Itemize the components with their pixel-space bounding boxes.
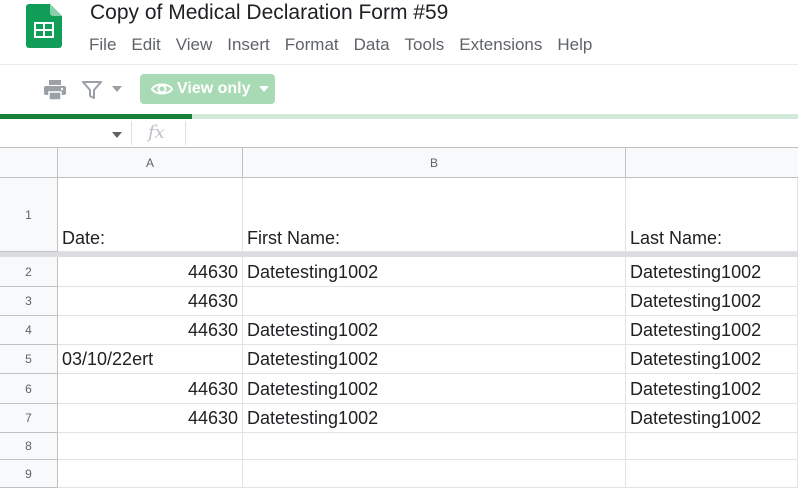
formula-bar-divider [185,121,186,145]
cell-a8[interactable] [58,433,243,460]
cell-a6[interactable]: 44630 [58,374,243,404]
menu-format[interactable]: Format [285,35,339,55]
column-header-c[interactable] [626,148,798,178]
filter-icon[interactable] [82,80,102,100]
cell-a2[interactable]: 44630 [58,257,243,287]
cell-a3[interactable]: 44630 [58,287,243,316]
cell-b2[interactable]: Datetesting1002 [243,257,626,287]
cell-b9[interactable] [243,460,626,488]
document-title[interactable]: Copy of Medical Declaration Form #59 [90,1,448,25]
select-all-corner[interactable] [0,148,58,178]
cell-b8[interactable] [243,433,626,460]
menu-file[interactable]: File [89,35,116,55]
cell-c6[interactable]: Datetesting1002 [626,374,798,404]
view-only-button[interactable]: View only [140,74,275,104]
cell-a5[interactable]: 03/10/22ert [58,345,243,374]
row-header-6[interactable]: 6 [0,374,58,404]
frozen-row-divider[interactable] [0,252,798,257]
formula-bar-divider [131,121,132,145]
column-header-a[interactable]: A [58,148,243,178]
menu-view[interactable]: View [176,35,213,55]
cell-b4[interactable]: Datetesting1002 [243,316,626,345]
fx-icon: fx [148,122,165,143]
cell-a4[interactable]: 44630 [58,316,243,345]
menu-extensions[interactable]: Extensions [459,35,542,55]
row-header-9[interactable]: 9 [0,460,58,488]
cell-c3[interactable]: Datetesting1002 [626,287,798,316]
chevron-down-icon [258,86,269,92]
menu-help[interactable]: Help [557,35,592,55]
eye-icon [151,83,173,95]
cell-c9[interactable] [626,460,798,488]
loading-progress-bar [0,114,192,119]
name-box-chevron-down-icon[interactable] [112,132,122,138]
row-header-8[interactable]: 8 [0,433,58,460]
cell-b1[interactable]: First Name: [243,178,626,252]
cell-c4[interactable]: Datetesting1002 [626,316,798,345]
google-sheets-logo-icon[interactable] [26,4,62,48]
view-only-label: View only [177,80,251,97]
column-header-b[interactable]: B [243,148,626,178]
column-header-row: A B [0,148,798,178]
cell-b5[interactable]: Datetesting1002 [243,345,626,374]
cell-a1[interactable]: Date: [58,178,243,252]
menu-insert[interactable]: Insert [227,35,270,55]
row-header-5[interactable]: 5 [0,345,58,374]
toolbar-divider [0,64,798,65]
cell-b3[interactable] [243,287,626,316]
menu-data[interactable]: Data [354,35,390,55]
cell-b6[interactable]: Datetesting1002 [243,374,626,404]
cell-c7[interactable]: Datetesting1002 [626,404,798,433]
cell-a9[interactable] [58,460,243,488]
menu-edit[interactable]: Edit [131,35,160,55]
cell-c8[interactable] [626,433,798,460]
cell-a7[interactable]: 44630 [58,404,243,433]
row-header-3[interactable]: 3 [0,287,58,316]
chevron-down-icon[interactable] [112,86,122,92]
menu-bar: File Edit View Insert Format Data Tools … [89,35,607,55]
cell-b7[interactable]: Datetesting1002 [243,404,626,433]
print-icon[interactable] [44,80,66,100]
row-header-1[interactable]: 1 [0,178,58,252]
row-header-2[interactable]: 2 [0,257,58,287]
cell-c1[interactable]: Last Name: [626,178,798,252]
cell-c5[interactable]: Datetesting1002 [626,345,798,374]
cell-c2[interactable]: Datetesting1002 [626,257,798,287]
menu-tools[interactable]: Tools [405,35,445,55]
row-header-4[interactable]: 4 [0,316,58,345]
row-header-7[interactable]: 7 [0,404,58,433]
